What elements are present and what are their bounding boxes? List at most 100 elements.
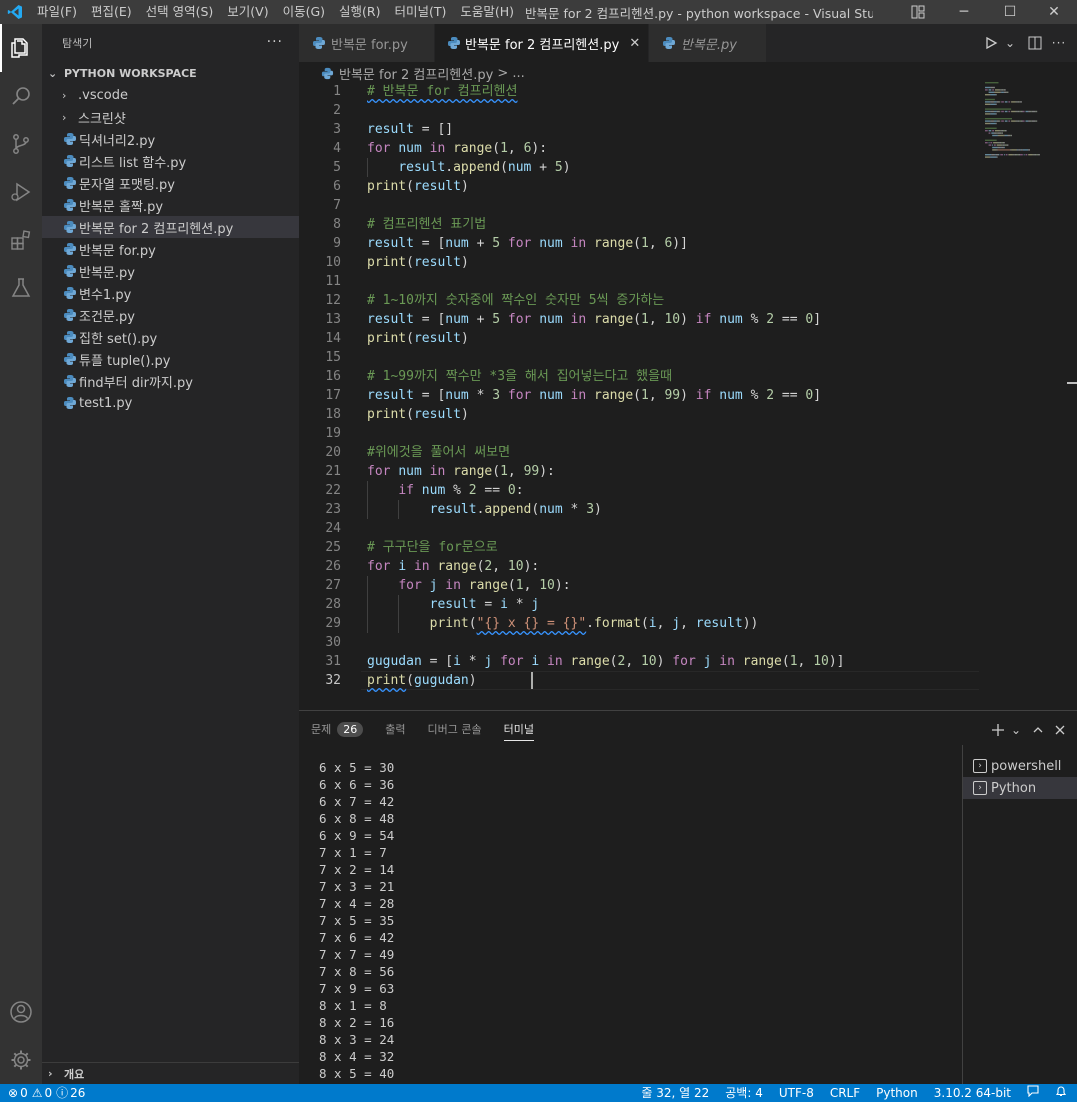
menu-item[interactable]: 도움말(H) bbox=[453, 0, 521, 24]
menu-item[interactable]: 편집(E) bbox=[84, 0, 139, 24]
minimap[interactable] bbox=[985, 82, 1065, 162]
language-mode[interactable]: Python bbox=[868, 1084, 926, 1102]
code-line[interactable]: 11 bbox=[299, 272, 979, 291]
code-line[interactable]: 3 result = [] bbox=[299, 120, 979, 139]
code-line[interactable]: 21 for num in range(1, 99): bbox=[299, 462, 979, 481]
menu-item[interactable]: 실행(R) bbox=[332, 0, 387, 24]
source-control-icon[interactable] bbox=[0, 120, 42, 168]
testing-flask-icon[interactable] bbox=[0, 264, 42, 312]
file-item[interactable]: 반복문 홀짝.py bbox=[42, 194, 299, 216]
terminal-dropdown-chevron-icon[interactable]: ⌄ bbox=[1009, 719, 1023, 741]
code-line[interactable]: 14 print(result) bbox=[299, 329, 979, 348]
code-line[interactable]: 32 print(gugudan) bbox=[299, 671, 979, 690]
tab-terminal[interactable]: 터미널 bbox=[503, 711, 535, 747]
code-line[interactable]: 16 # 1~99까지 짝수만 *3을 해서 집어넣는다고 했을때 bbox=[299, 367, 979, 386]
tab-comprehension[interactable]: 반복문 for 2 컴프리헨션.py ✕ bbox=[435, 24, 649, 62]
run-python-file-icon[interactable] bbox=[979, 31, 1003, 55]
explorer-icon[interactable] bbox=[0, 24, 42, 72]
code-line[interactable]: 2 bbox=[299, 101, 979, 120]
encoding[interactable]: UTF-8 bbox=[771, 1084, 822, 1102]
code-line[interactable]: 27 for j in range(1, 10): bbox=[299, 576, 979, 595]
minimize-button[interactable]: ─ bbox=[941, 0, 987, 24]
terminal-instance[interactable]: › Python bbox=[963, 777, 1077, 799]
terminal-instance[interactable]: › powershell bbox=[963, 755, 1077, 777]
python-interpreter[interactable]: 3.10.2 64-bit bbox=[926, 1084, 1019, 1102]
tab-for[interactable]: 반복문 for.py bbox=[299, 24, 435, 62]
breadcrumb-file[interactable]: 반복문 for 2 컴프리헨션.py bbox=[339, 64, 493, 83]
code-line[interactable]: 5 result.append(num + 5) bbox=[299, 158, 979, 177]
code-line[interactable]: 28 result = i * j bbox=[299, 595, 979, 614]
menu-item[interactable]: 파일(F) bbox=[30, 0, 84, 24]
code-editor[interactable]: 1 # 반복문 for 컴프리헨션 2 3 result = [] 4 for num in… bbox=[299, 82, 979, 710]
code-line[interactable]: 18 print(result) bbox=[299, 405, 979, 424]
layout-icon[interactable] bbox=[906, 0, 930, 24]
file-item[interactable]: 변수1.py bbox=[42, 282, 299, 304]
workspace-section-header[interactable]: ⌄ PYTHON WORKSPACE bbox=[42, 62, 299, 84]
code-line[interactable]: 1 # 반복문 for 컴프리헨션 bbox=[299, 82, 979, 101]
code-line[interactable]: 15 bbox=[299, 348, 979, 367]
file-item[interactable]: 리스트 list 함수.py bbox=[42, 150, 299, 172]
maximize-panel-chevron-up-icon[interactable] bbox=[1027, 719, 1049, 741]
file-item[interactable]: 조건문.py bbox=[42, 304, 299, 326]
more-editor-actions-icon[interactable]: ··· bbox=[1047, 31, 1071, 55]
code-line[interactable]: 23 result.append(num * 3) bbox=[299, 500, 979, 519]
code-line[interactable]: 24 bbox=[299, 519, 979, 538]
file-item[interactable]: 딕셔너리2.py bbox=[42, 128, 299, 150]
code-line[interactable]: 13 result = [num + 5 for num in range(1, … bbox=[299, 310, 979, 329]
close-panel-icon[interactable] bbox=[1049, 719, 1071, 741]
breadcrumb-separator[interactable]: > ... bbox=[497, 66, 524, 81]
search-icon[interactable] bbox=[0, 72, 42, 120]
menu-item[interactable]: 이동(G) bbox=[276, 0, 332, 24]
code-line[interactable]: 8 # 컴프리헨션 표기법 bbox=[299, 215, 979, 234]
code-line[interactable]: 31 gugudan = [i * j for i in range(2, 10)… bbox=[299, 652, 979, 671]
maximize-button[interactable]: ☐ bbox=[987, 0, 1033, 24]
file-item[interactable]: 반복문 for 2 컴프리헨션.py bbox=[42, 216, 299, 238]
code-line[interactable]: 22 if num % 2 == 0: bbox=[299, 481, 979, 500]
code-line[interactable]: 25 # 구구단을 for문으로 bbox=[299, 538, 979, 557]
code-line[interactable]: 20 #위에것을 풀어서 써보면 bbox=[299, 443, 979, 462]
close-button[interactable]: ✕ bbox=[1031, 0, 1077, 24]
file-item[interactable]: 반복문 for.py bbox=[42, 238, 299, 260]
code-line[interactable]: 30 bbox=[299, 633, 979, 652]
menu-item[interactable]: 터미널(T) bbox=[388, 0, 454, 24]
file-item[interactable]: 집한 set().py bbox=[42, 326, 299, 348]
run-debug-icon[interactable] bbox=[0, 168, 42, 216]
file-item[interactable]: 튜플 tuple().py bbox=[42, 348, 299, 370]
close-tab-icon[interactable]: ✕ bbox=[629, 36, 640, 51]
code-line[interactable]: 29 print("{} x {} = {}".format(i, j, res… bbox=[299, 614, 979, 633]
vscode-logo-icon[interactable] bbox=[0, 0, 30, 24]
tab-debug-console[interactable]: 디버그 콘솔 bbox=[428, 711, 482, 747]
tab-output[interactable]: 출력 bbox=[385, 711, 405, 747]
tab-problems[interactable]: 문제 26 bbox=[311, 711, 364, 747]
notifications-bell-icon[interactable] bbox=[1047, 1084, 1077, 1102]
terminal-output[interactable]: 6 x 5 = 30 6 x 6 = 36 6 x 7 = 42 6 x 8 = 48… bbox=[319, 759, 959, 1085]
file-item[interactable]: find부터 dir까지.py bbox=[42, 370, 299, 392]
code-line[interactable]: 12 # 1~10까지 숫자중에 짝수인 숫자만 5씩 증가하는 bbox=[299, 291, 979, 310]
split-editor-icon[interactable] bbox=[1023, 31, 1047, 55]
code-line[interactable]: 19 bbox=[299, 424, 979, 443]
cursor-position[interactable]: 줄 32, 열 22 bbox=[633, 1084, 717, 1102]
menu-item[interactable]: 선택 영역(S) bbox=[139, 0, 221, 24]
folder-item[interactable]: › .vscode bbox=[42, 84, 299, 106]
code-line[interactable]: 26 for i in range(2, 10): bbox=[299, 557, 979, 576]
code-line[interactable]: 9 result = [num + 5 for num in range(1, 6… bbox=[299, 234, 979, 253]
indentation[interactable]: 공백: 4 bbox=[717, 1084, 771, 1102]
tab-loop[interactable]: 반복문.py bbox=[649, 24, 767, 62]
menu-item[interactable]: 보기(V) bbox=[220, 0, 275, 24]
more-actions-icon[interactable]: ··· bbox=[267, 34, 283, 50]
code-line[interactable]: 17 result = [num * 3 for num in range(1, … bbox=[299, 386, 979, 405]
code-line[interactable]: 4 for num in range(1, 6): bbox=[299, 139, 979, 158]
account-icon[interactable] bbox=[0, 988, 42, 1036]
file-item[interactable]: 반복문.py bbox=[42, 260, 299, 282]
extensions-icon[interactable] bbox=[0, 216, 42, 264]
file-item[interactable]: 문자열 포맷팅.py bbox=[42, 172, 299, 194]
settings-gear-icon[interactable] bbox=[0, 1036, 42, 1084]
run-dropdown-chevron-icon[interactable]: ⌄ bbox=[1003, 31, 1017, 55]
file-item[interactable]: test1.py bbox=[42, 392, 299, 414]
end-of-line[interactable]: CRLF bbox=[822, 1084, 868, 1102]
code-line[interactable]: 10 print(result) bbox=[299, 253, 979, 272]
problems-status[interactable]: ⊗ 0 ⚠ 0 ⓘ 26 bbox=[0, 1084, 93, 1102]
outline-section-header[interactable]: › 개요 bbox=[42, 1062, 299, 1084]
folder-item[interactable]: › 스크린샷 bbox=[42, 106, 299, 128]
new-terminal-plus-icon[interactable] bbox=[987, 719, 1009, 741]
